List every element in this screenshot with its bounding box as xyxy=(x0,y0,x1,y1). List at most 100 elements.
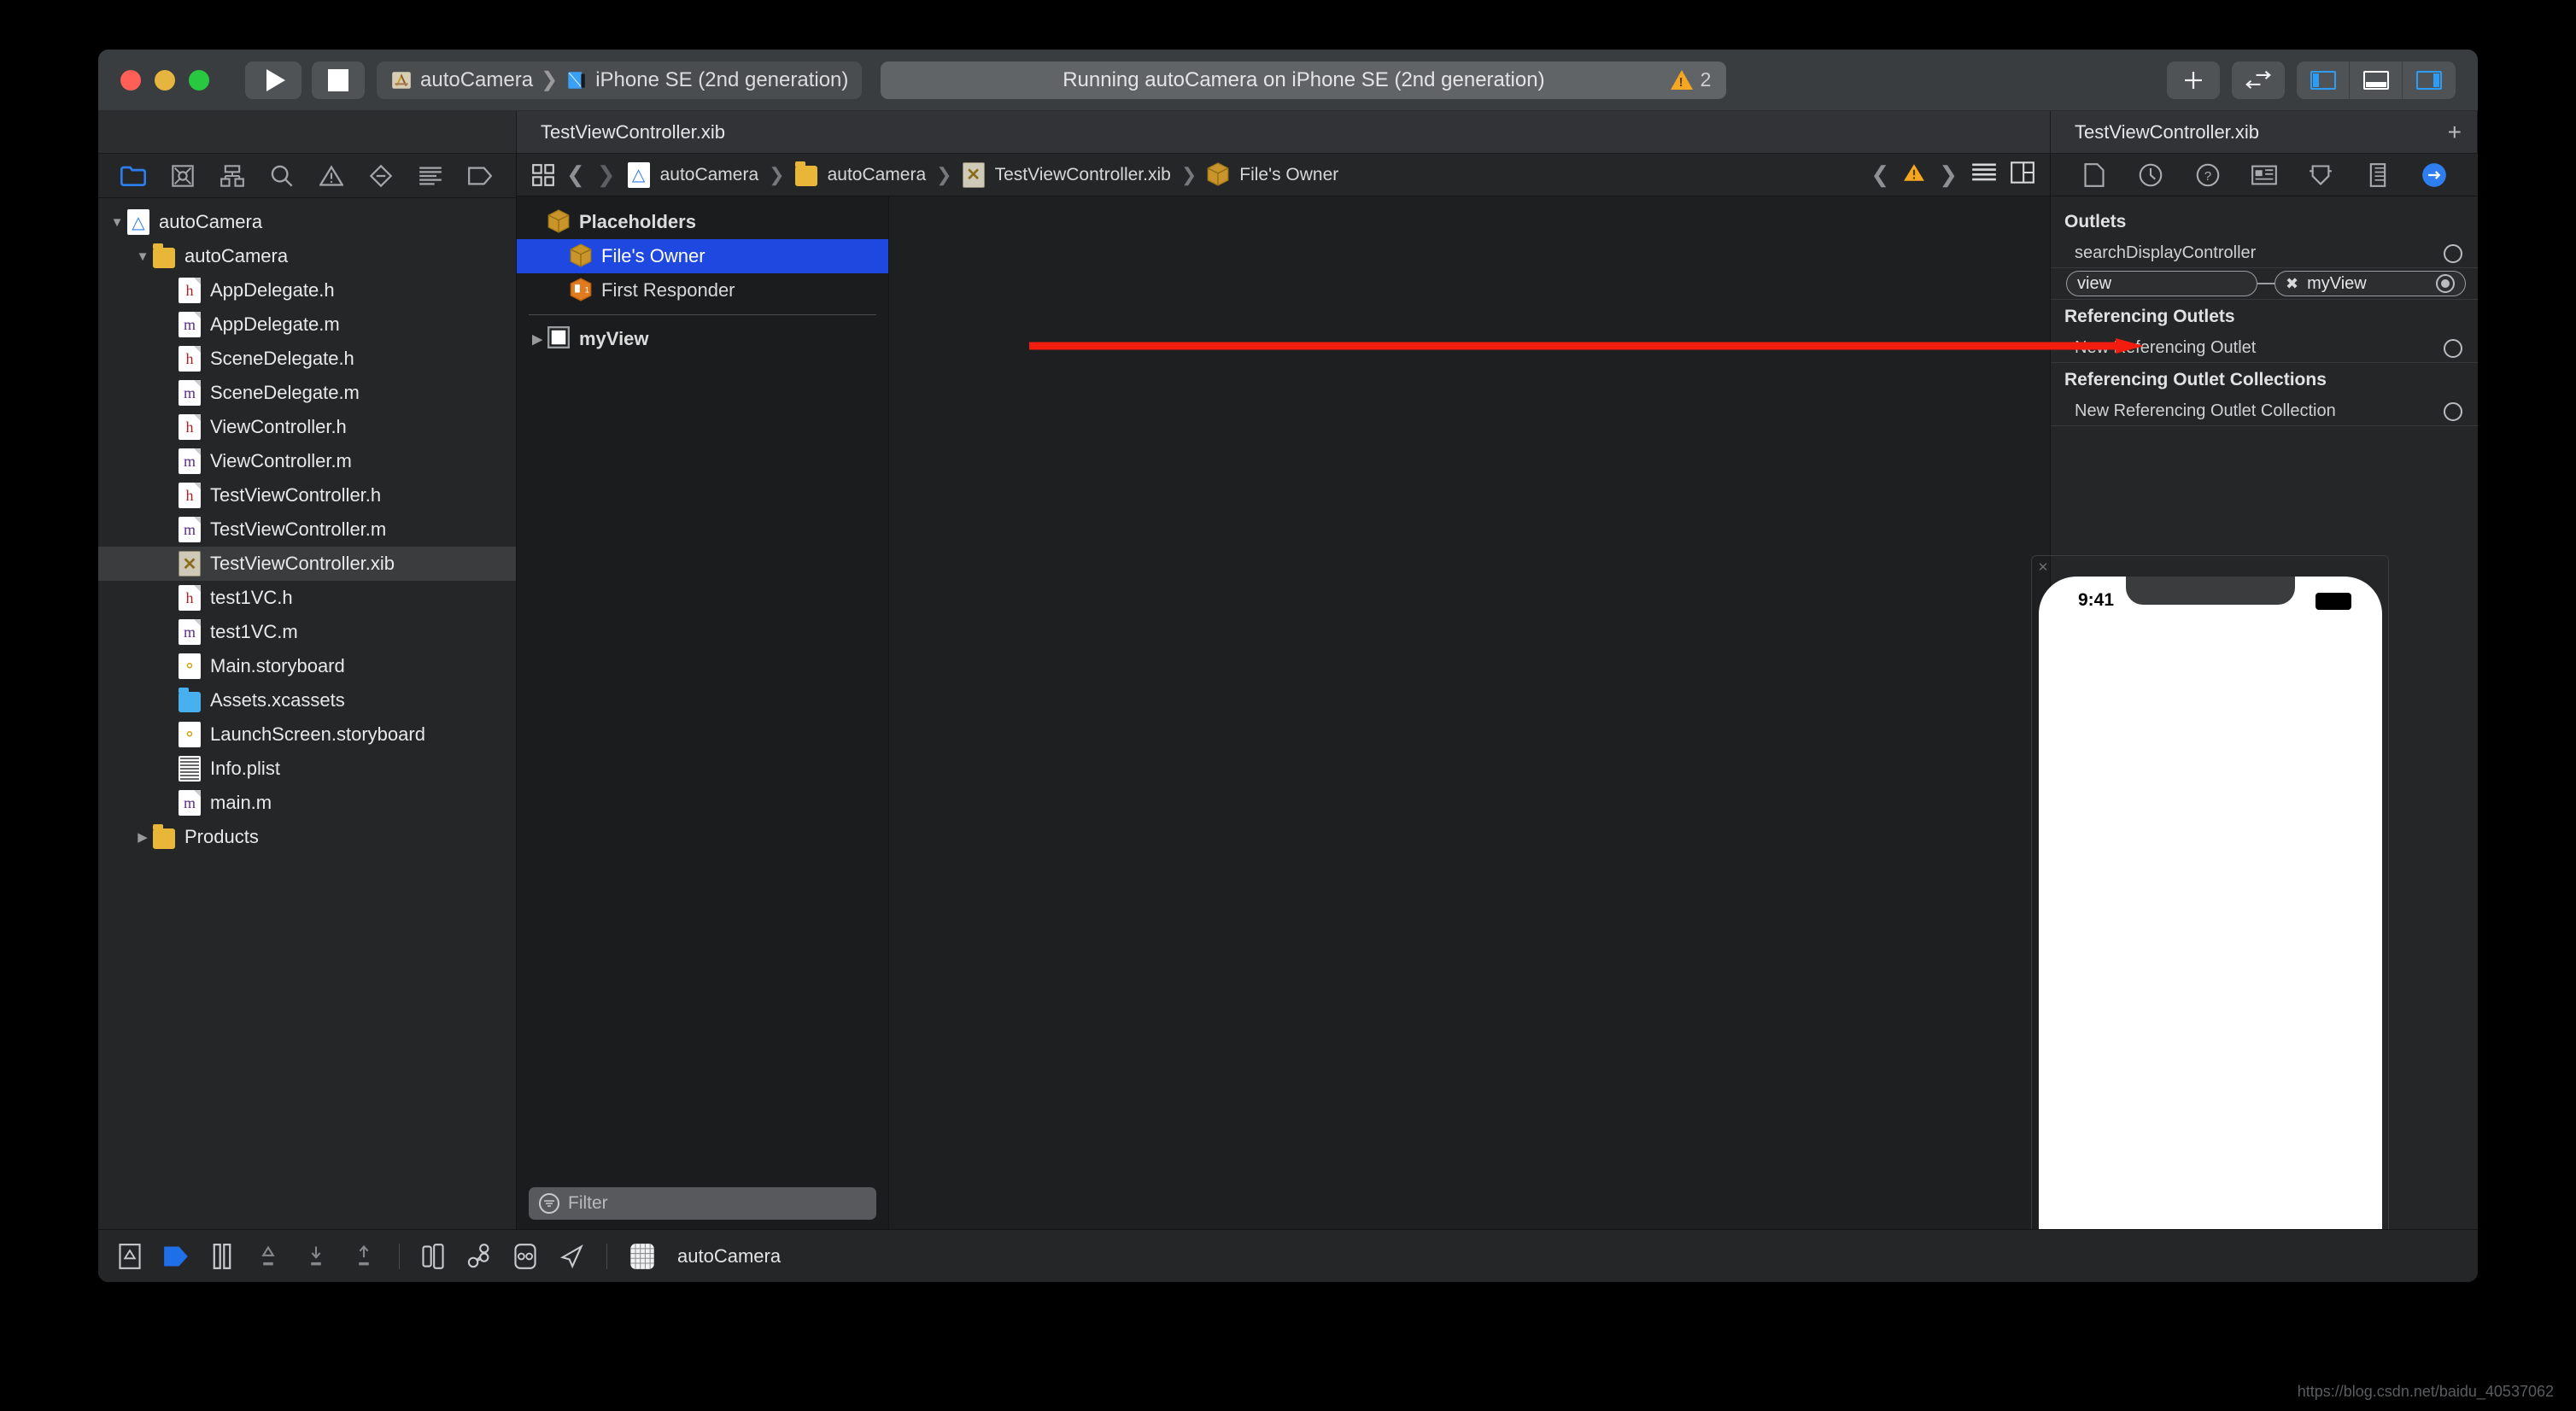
connection-well-empty[interactable] xyxy=(2444,338,2462,358)
toggle-debug-area-button[interactable] xyxy=(2350,61,2403,99)
file-row[interactable]: Assets.xcassets xyxy=(98,683,516,717)
zoom-button[interactable] xyxy=(189,69,209,91)
outlet-row[interactable]: New Referencing Outlet Collection xyxy=(2051,397,2478,426)
breadcrumb-separator-icon: ❯ xyxy=(769,163,785,185)
outline-row[interactable]: Placeholders xyxy=(517,205,888,239)
outlet-row[interactable]: New Referencing Outlet xyxy=(2051,334,2478,363)
connection-well-empty[interactable] xyxy=(2444,243,2462,263)
file-row[interactable]: m ViewController.m xyxy=(98,444,516,478)
outlet-row[interactable]: searchDisplayController xyxy=(2051,239,2478,268)
editor-tab[interactable]: TestViewController.xib xyxy=(517,111,2051,153)
quick-help-inspector-icon[interactable]: ? xyxy=(2191,158,2225,192)
outlet-target-pill[interactable]: ✖ myView xyxy=(2274,271,2466,296)
source-control-navigator-icon[interactable] xyxy=(158,159,208,193)
jump-forward-icon[interactable]: ❯ xyxy=(597,161,616,188)
step-over-icon[interactable] xyxy=(255,1244,281,1269)
outlet-name-pill[interactable]: view xyxy=(2066,271,2257,296)
document-outline-list[interactable]: Placeholders File's Owner 1 First Responder… xyxy=(517,196,888,1178)
project-navigator-icon[interactable] xyxy=(108,159,158,193)
device-frame[interactable]: ✕ 9:41 xyxy=(2031,555,2389,1282)
outline-filter-field[interactable]: Filter xyxy=(529,1187,876,1220)
connection-well-empty[interactable] xyxy=(2444,401,2462,421)
file-row[interactable]: h AppDelegate.h xyxy=(98,273,516,307)
inspector-tab[interactable]: TestViewController.xib + xyxy=(2051,111,2478,153)
disconnect-icon[interactable]: ✖ xyxy=(2286,275,2298,293)
disclosure-triangle-icon[interactable]: ▶ xyxy=(527,331,547,347)
file-row[interactable]: m SceneDelegate.m xyxy=(98,376,516,410)
hierarchy-navigator-icon[interactable] xyxy=(208,159,257,193)
attributes-inspector-icon[interactable] xyxy=(2304,158,2338,192)
file-row[interactable]: h SceneDelegate.h xyxy=(98,342,516,376)
location-arrow-icon[interactable] xyxy=(559,1244,584,1269)
file-row[interactable]: ✕ TestViewController.xib xyxy=(98,547,516,581)
outline-row[interactable]: ▶ myView xyxy=(517,322,888,356)
connections-inspector-icon[interactable] xyxy=(2417,158,2451,192)
jumpbar-warning-icon[interactable] xyxy=(1903,162,1925,188)
next-issue-icon[interactable]: ❯ xyxy=(1939,161,1958,188)
tag-navigator-icon[interactable] xyxy=(455,159,505,193)
step-into-icon[interactable] xyxy=(303,1244,329,1269)
jump-back-icon[interactable]: ❮ xyxy=(566,161,585,188)
close-button[interactable] xyxy=(120,69,141,91)
file-inspector-icon[interactable] xyxy=(2077,158,2111,192)
simulate-location-icon[interactable] xyxy=(514,1243,536,1269)
file-row[interactable]: m TestViewController.m xyxy=(98,512,516,547)
warning-badge[interactable]: 2 xyxy=(1670,68,1711,91)
size-inspector-icon[interactable] xyxy=(2361,158,2395,192)
breadcrumb-item[interactable]: File's Owner xyxy=(1207,161,1338,188)
continue-icon[interactable] xyxy=(163,1245,189,1268)
add-editor-button[interactable] xyxy=(2167,61,2220,99)
identity-inspector-icon[interactable] xyxy=(2247,158,2281,192)
outline-row[interactable]: 1 First Responder xyxy=(517,273,888,307)
file-row[interactable]: ⚬ LaunchScreen.storyboard xyxy=(98,717,516,752)
interface-builder-canvas[interactable]: ✕ 9:41 xyxy=(889,196,2389,1282)
pause-icon[interactable] xyxy=(211,1243,233,1269)
file-row[interactable]: h test1VC.h xyxy=(98,581,516,615)
file-row[interactable]: Info.plist xyxy=(98,752,516,786)
add-tab-button[interactable]: + xyxy=(2448,119,2462,146)
show-debug-area-icon[interactable] xyxy=(119,1243,141,1269)
view-debugging-icon[interactable] xyxy=(422,1243,444,1269)
test-navigator-icon[interactable] xyxy=(356,159,406,193)
file-row[interactable]: m main.m xyxy=(98,786,516,820)
outlet-connection-row[interactable]: view ✖ myView xyxy=(2051,268,2478,300)
file-row[interactable]: m AppDelegate.m xyxy=(98,307,516,342)
issue-navigator-icon[interactable] xyxy=(307,159,356,193)
assistant-editor-icon[interactable] xyxy=(2011,161,2034,189)
step-out-icon[interactable] xyxy=(351,1244,377,1269)
file-row[interactable]: ▶ Products xyxy=(98,820,516,854)
file-row[interactable]: h ViewController.h xyxy=(98,410,516,444)
disclosure-triangle-icon[interactable]: ▶ xyxy=(132,829,153,845)
history-inspector-icon[interactable] xyxy=(2134,158,2168,192)
toggle-inspector-button[interactable] xyxy=(2403,61,2456,99)
breadcrumb-item[interactable]: ✕ TestViewController.xib xyxy=(962,161,1171,188)
standard-editor-icon[interactable] xyxy=(1971,162,1997,188)
file-row[interactable]: ⚬ Main.storyboard xyxy=(98,649,516,683)
memory-graph-icon[interactable] xyxy=(466,1243,492,1269)
file-row[interactable]: ▼ △ autoCamera xyxy=(98,205,516,239)
run-button[interactable] xyxy=(245,61,302,99)
file-row[interactable]: m test1VC.m xyxy=(98,615,516,649)
project-file-tree[interactable]: ▼ △ autoCamera ▼ autoCamera h AppDelegate.h m Ap… xyxy=(98,198,516,1229)
file-row[interactable]: h TestViewController.h xyxy=(98,478,516,512)
related-items-icon[interactable] xyxy=(532,163,554,186)
find-navigator-icon[interactable] xyxy=(257,159,307,193)
minimize-button[interactable] xyxy=(155,69,175,91)
outline-row[interactable]: File's Owner xyxy=(517,239,888,273)
toolbar-right-controls xyxy=(2167,61,2456,99)
disclosure-triangle-icon[interactable]: ▼ xyxy=(132,249,153,264)
scheme-selector[interactable]: autoCamera ❯ iPhone SE (2nd generation) xyxy=(377,61,863,99)
toggle-navigator-button[interactable] xyxy=(2297,61,2350,99)
activity-status-bar[interactable]: Running autoCamera on iPhone SE (2nd gen… xyxy=(881,61,1727,99)
navigate-back-forward-button[interactable] xyxy=(2232,61,2285,99)
report-navigator-icon[interactable] xyxy=(406,159,455,193)
stop-button[interactable] xyxy=(312,61,365,99)
breadcrumb-item[interactable]: △ autoCamera xyxy=(627,161,758,188)
iphone-preview[interactable]: 9:41 xyxy=(2039,577,2382,1279)
previous-issue-icon[interactable]: ❮ xyxy=(1871,161,1889,188)
file-row[interactable]: ▼ autoCamera xyxy=(98,239,516,273)
disclosure-triangle-icon[interactable]: ▼ xyxy=(107,215,127,230)
breadcrumb-item[interactable]: autoCamera xyxy=(794,161,926,186)
close-icon[interactable]: ✕ xyxy=(2035,559,2051,575)
connection-well-filled[interactable] xyxy=(2436,274,2455,293)
